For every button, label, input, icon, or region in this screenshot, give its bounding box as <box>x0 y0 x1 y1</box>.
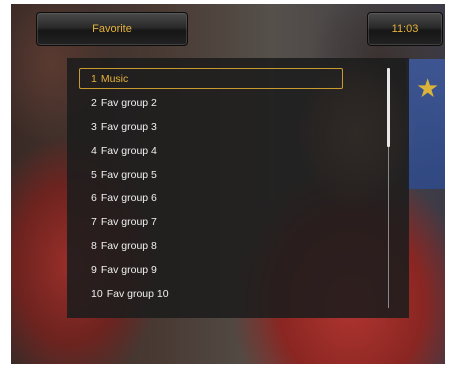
item-label: Fav group 2 <box>100 96 157 109</box>
item-number: 2 <box>91 96 97 109</box>
item-number: 10 <box>91 288 103 301</box>
item-label: Music <box>100 72 129 85</box>
item-number: 7 <box>91 216 97 229</box>
item-label: Fav group 9 <box>100 264 157 277</box>
item-label: Fav group 10 <box>106 288 169 301</box>
item-number: 6 <box>91 192 97 205</box>
favorite-group-item[interactable]: 10 Fav group 10 <box>79 284 359 304</box>
favorite-group-item[interactable]: 8 Fav group 8 <box>79 236 359 256</box>
favorite-group-item[interactable]: 3 Fav group 3 <box>79 117 359 137</box>
menu-title: Favorite <box>92 23 132 35</box>
favorite-group-item[interactable]: 5 Fav group 5 <box>79 165 359 185</box>
item-number: 9 <box>91 264 97 277</box>
background-star-icon: ★ <box>416 74 440 104</box>
item-label: Fav group 5 <box>100 168 157 181</box>
item-number: 4 <box>91 144 97 157</box>
item-label: Fav group 7 <box>100 216 157 229</box>
item-label: Fav group 8 <box>100 240 157 253</box>
favorite-group-item[interactable]: 1 Music <box>79 68 343 89</box>
favorite-group-item[interactable]: 2 Fav group 2 <box>79 93 359 113</box>
favorite-group-list: 1 Music 2 Fav group 2 3 Fav group 3 4 Fa… <box>79 68 359 308</box>
item-number: 8 <box>91 240 97 253</box>
item-label: Fav group 6 <box>100 192 157 205</box>
scrollbar-thumb[interactable] <box>387 68 390 147</box>
favorite-group-item[interactable]: 9 Fav group 9 <box>79 260 359 280</box>
favorite-group-item[interactable]: 6 Fav group 6 <box>79 188 359 208</box>
clock-display: 11:03 <box>367 12 443 46</box>
item-number: 5 <box>91 168 97 181</box>
favorite-group-item[interactable]: 4 Fav group 4 <box>79 141 359 161</box>
favorite-list-panel: 1 Music 2 Fav group 2 3 Fav group 3 4 Fa… <box>67 58 409 318</box>
clock-time: 11:03 <box>391 23 419 35</box>
item-number: 3 <box>91 120 97 133</box>
favorite-group-item[interactable]: 7 Fav group 7 <box>79 212 359 232</box>
item-label: Fav group 4 <box>100 144 157 157</box>
menu-title-button: Favorite <box>36 12 188 46</box>
item-number: 1 <box>91 72 97 85</box>
item-label: Fav group 3 <box>100 120 157 133</box>
